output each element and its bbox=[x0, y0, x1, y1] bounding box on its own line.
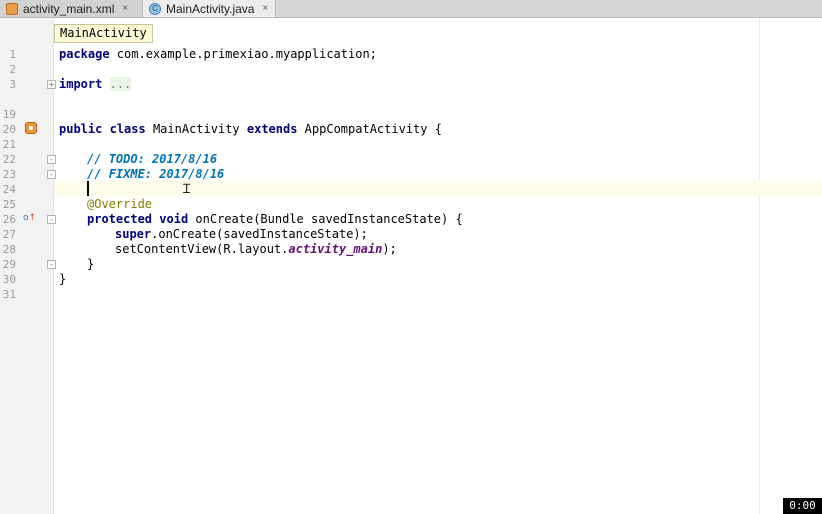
static-field: activity_main bbox=[288, 242, 383, 256]
keyword: super bbox=[115, 227, 152, 241]
line-number: 28 bbox=[2, 243, 16, 256]
line-number: 31 bbox=[2, 288, 16, 301]
method-call-end: ); bbox=[382, 242, 397, 256]
java-class-icon: C bbox=[149, 2, 161, 15]
code-line-23[interactable]: // FIXME: 2017/8/16 bbox=[87, 167, 224, 182]
todo-comment: TODO: 2017/8/16 bbox=[108, 152, 218, 166]
closing-brace: } bbox=[87, 257, 95, 271]
override-method-icon[interactable]: o↑ bbox=[23, 213, 37, 223]
comment-slashes: // bbox=[87, 167, 109, 181]
editor-tab-bar: activity_main.xml × C MainActivity.java … bbox=[0, 0, 822, 18]
code-line-1[interactable]: package com.example.primexiao.myapplicat… bbox=[59, 47, 377, 62]
fold-end-icon[interactable]: - bbox=[47, 170, 56, 179]
line-number: 30 bbox=[2, 273, 16, 286]
code-line-30[interactable]: } bbox=[59, 272, 66, 287]
method-call: setContentView(R.layout. bbox=[115, 242, 289, 256]
superclass: AppCompatActivity { bbox=[297, 122, 442, 136]
right-margin-guide bbox=[759, 18, 760, 514]
text-caret bbox=[87, 181, 89, 196]
method-call: .onCreate(savedInstanceState); bbox=[151, 227, 368, 241]
keyword: import bbox=[59, 77, 103, 91]
code-line-25[interactable]: @Override bbox=[87, 197, 152, 212]
xml-file-icon bbox=[6, 2, 18, 15]
comment-slashes: // bbox=[87, 152, 109, 166]
keyword: class bbox=[109, 122, 146, 136]
current-line-highlight bbox=[54, 181, 822, 196]
keyword: extends bbox=[246, 122, 298, 136]
fixme-comment: FIXME: 2017/8/16 bbox=[108, 167, 225, 181]
close-icon[interactable]: × bbox=[122, 3, 128, 14]
breadcrumb[interactable]: MainActivity bbox=[54, 24, 153, 43]
line-number: 25 bbox=[2, 198, 16, 211]
recording-timer: 0:00 bbox=[783, 498, 822, 514]
code-line-22[interactable]: // TODO: 2017/8/16 bbox=[87, 152, 217, 167]
keyword: public bbox=[59, 122, 103, 136]
tab-label: MainActivity.java bbox=[166, 1, 255, 16]
line-number: 26 bbox=[2, 213, 16, 226]
package-name: com.example.primexiao.myapplication; bbox=[109, 47, 377, 61]
line-number: 3 bbox=[9, 78, 16, 91]
code-line-26[interactable]: protected void onCreate(Bundle savedInst… bbox=[87, 212, 463, 227]
class-name: MainActivity bbox=[145, 122, 247, 136]
folded-imports[interactable]: ... bbox=[109, 77, 132, 91]
line-number: 24 bbox=[2, 183, 16, 196]
line-number: 29 bbox=[2, 258, 16, 271]
code-line-27[interactable]: super.onCreate(savedInstanceState); bbox=[115, 227, 368, 242]
ibeam-cursor-icon: Ɪ bbox=[183, 182, 191, 197]
tab-label: activity_main.xml bbox=[23, 1, 115, 16]
keyword: protected bbox=[87, 212, 153, 226]
line-number: 21 bbox=[2, 138, 16, 151]
fold-end-icon[interactable]: - bbox=[47, 260, 56, 269]
code-line-3[interactable]: import ... bbox=[59, 77, 132, 92]
method-signature: onCreate(Bundle savedInstanceState) { bbox=[188, 212, 463, 226]
line-number: 22 bbox=[2, 153, 16, 166]
code-line-29[interactable]: } bbox=[87, 257, 94, 272]
fold-expand-icon[interactable]: + bbox=[47, 80, 56, 89]
fold-collapse-icon[interactable]: - bbox=[47, 215, 56, 224]
keyword: void bbox=[159, 212, 189, 226]
keyword: package bbox=[59, 47, 110, 61]
close-icon[interactable]: × bbox=[262, 3, 268, 14]
line-number: 27 bbox=[2, 228, 16, 241]
annotation: @Override bbox=[87, 197, 153, 211]
code-line-20[interactable]: public class MainActivity extends AppCom… bbox=[59, 122, 442, 137]
line-number: 20 bbox=[2, 123, 16, 136]
class-hierarchy-icon[interactable] bbox=[25, 122, 37, 134]
tab-activity-main-xml[interactable]: activity_main.xml × bbox=[0, 0, 141, 17]
line-number: 2 bbox=[9, 63, 16, 76]
fold-collapse-icon[interactable]: - bbox=[47, 155, 56, 164]
line-number: 1 bbox=[9, 48, 16, 61]
tab-main-activity-java[interactable]: C MainActivity.java × bbox=[142, 0, 276, 17]
line-number: 19 bbox=[2, 108, 16, 121]
closing-brace: } bbox=[59, 272, 67, 286]
line-number: 23 bbox=[2, 168, 16, 181]
code-line-28[interactable]: setContentView(R.layout.activity_main); bbox=[115, 242, 397, 257]
